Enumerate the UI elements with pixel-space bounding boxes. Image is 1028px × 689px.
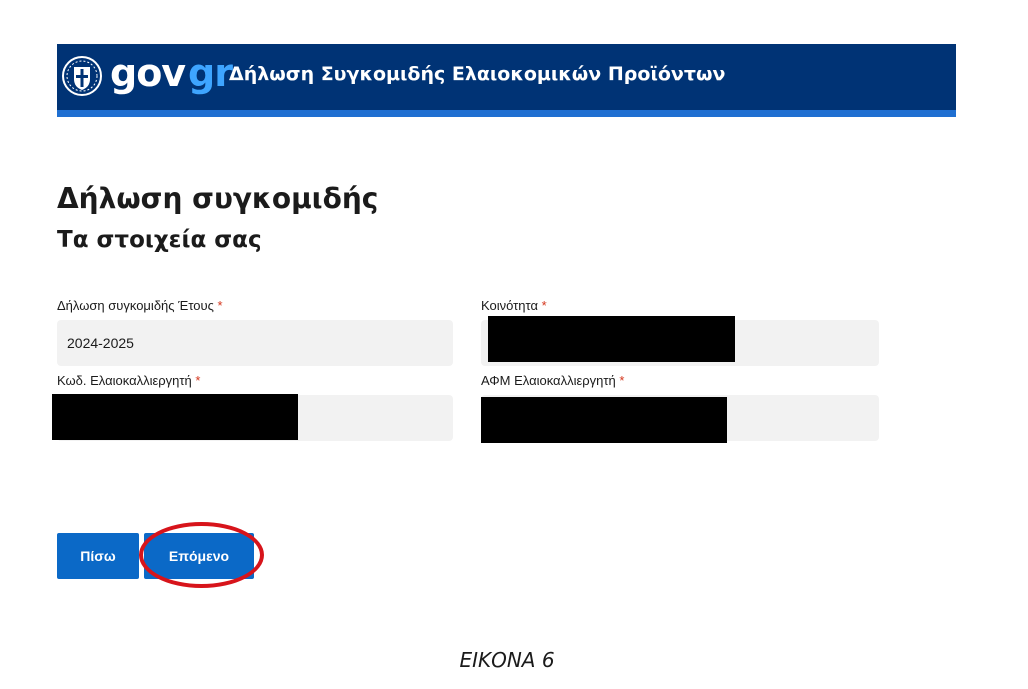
back-button[interactable]: Πίσω — [57, 533, 139, 579]
year-field[interactable]: 2024-2025 — [57, 320, 453, 366]
required-mark: * — [619, 373, 625, 388]
page-subtitle: Τα στοιχεία σας — [57, 227, 262, 253]
greek-emblem-icon — [62, 56, 102, 96]
next-button-highlight-ring — [139, 522, 264, 588]
grower-code-label: Κωδ. Ελαιοκαλλιεργητή * — [57, 373, 200, 389]
tax-id-label: ΑΦΜ Ελαιοκαλλιεργητή * — [481, 373, 624, 389]
redaction-block — [488, 316, 735, 362]
tax-id-label-text: ΑΦΜ Ελαιοκαλλιεργητή — [481, 373, 616, 388]
figure-caption: ΕΙΚΟΝΑ 6 — [459, 648, 555, 672]
logo-gr: gr — [188, 51, 233, 95]
header-stripe — [57, 110, 956, 117]
required-mark: * — [217, 298, 223, 313]
service-title[interactable]: Δήλωση Συγκομιδής Ελαιοκομικών Προϊόντων — [229, 61, 725, 87]
page-title: Δήλωση συγκομιδής — [57, 182, 379, 215]
community-label-text: Κοινότητα — [481, 298, 539, 313]
required-mark: * — [541, 298, 547, 313]
redaction-block — [481, 397, 727, 443]
year-label: Δήλωση συγκομιδής Έτους * — [57, 298, 223, 314]
redaction-block — [52, 394, 298, 440]
site-header: gov gr Δήλωση Συγκομιδής Ελαιοκομικών Πρ… — [57, 44, 956, 117]
required-mark: * — [195, 373, 201, 388]
year-label-text: Δήλωση συγκομιδής Έτους — [57, 298, 214, 313]
logo-gov: gov — [110, 51, 186, 95]
community-label: Κοινότητα * — [481, 298, 547, 314]
year-value: 2024-2025 — [67, 335, 134, 351]
grower-code-label-text: Κωδ. Ελαιοκαλλιεργητή — [57, 373, 192, 388]
